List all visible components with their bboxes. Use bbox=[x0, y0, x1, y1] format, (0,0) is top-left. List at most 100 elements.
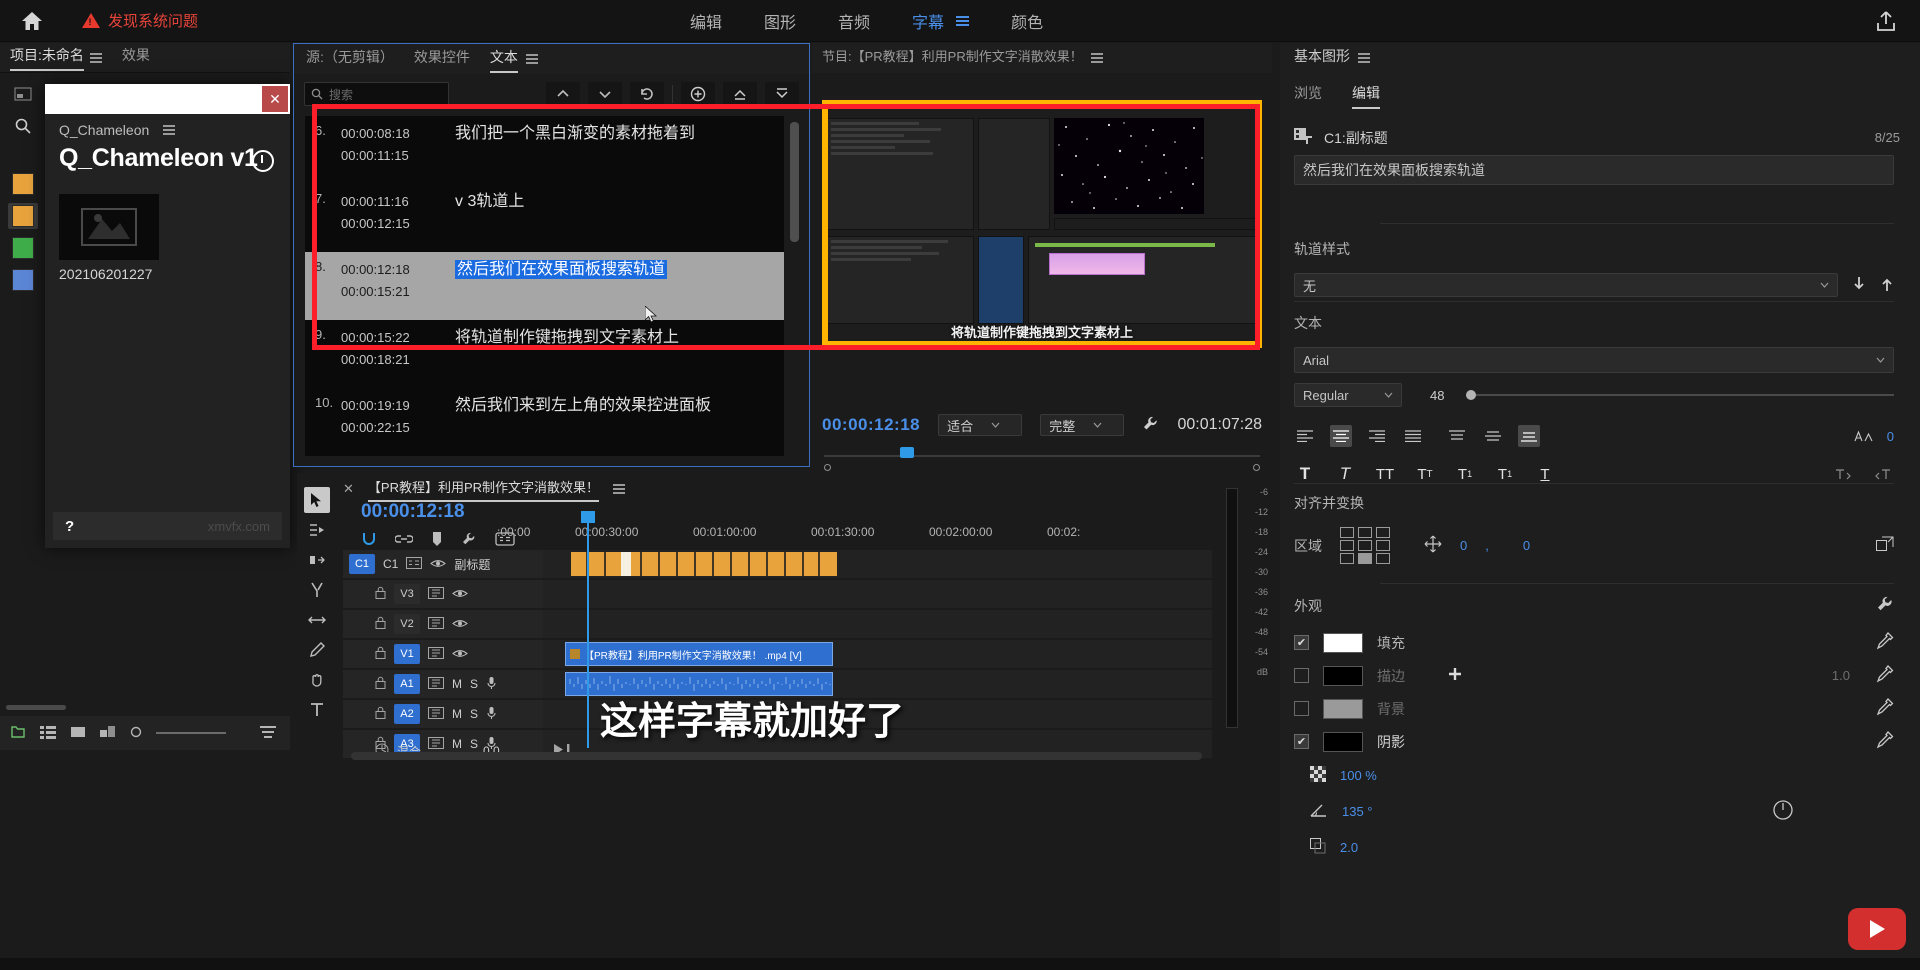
underline-icon[interactable]: T bbox=[1534, 463, 1556, 485]
program-monitor-ruler[interactable] bbox=[824, 447, 1260, 471]
project-search-icon[interactable] bbox=[8, 113, 38, 139]
tab-project[interactable]: 项目:未命名 bbox=[10, 45, 84, 71]
caret-up-icon[interactable] bbox=[546, 82, 580, 106]
refresh-icon[interactable] bbox=[630, 82, 664, 106]
out-point-handle[interactable] bbox=[1253, 464, 1260, 471]
graphics-layer-name[interactable]: C1:副标题 bbox=[1324, 128, 1388, 148]
track-badge-v2[interactable]: V2 bbox=[394, 614, 420, 634]
snap-icon[interactable] bbox=[361, 531, 377, 550]
track-badge-c1[interactable]: C1 bbox=[349, 554, 375, 574]
align-region-grid[interactable] bbox=[1340, 527, 1392, 564]
align-center-icon[interactable] bbox=[1330, 425, 1352, 447]
workspace-tab-graphics[interactable]: 图形 bbox=[764, 9, 796, 33]
project-panel-menu-icon[interactable] bbox=[89, 52, 102, 63]
program-timecode[interactable]: 00:00:12:18 bbox=[822, 415, 920, 435]
caption-text-input[interactable]: 然后我们在效果面板搜索轨道 bbox=[1294, 155, 1894, 185]
text-panel-menu-icon[interactable] bbox=[525, 54, 538, 64]
graphics-layer-row[interactable]: C1:副标题 8/25 bbox=[1294, 127, 1900, 148]
eyedropper-icon[interactable] bbox=[1876, 665, 1894, 686]
background-checkbox[interactable]: ✔ bbox=[1294, 701, 1309, 716]
playback-quality-select[interactable]: 完整 bbox=[1040, 414, 1125, 436]
faux-italic-icon[interactable]: T bbox=[1334, 463, 1356, 485]
track-lane-v3[interactable] bbox=[543, 580, 1212, 608]
track-header[interactable]: V3 bbox=[343, 580, 543, 608]
timeline-menu-icon[interactable] bbox=[613, 484, 626, 494]
sync-lock-icon[interactable] bbox=[428, 676, 444, 692]
timeline-timecode[interactable]: 00:00:12:18 bbox=[361, 501, 465, 523]
align-bottom-icon[interactable] bbox=[1518, 425, 1540, 447]
solo-button-a2[interactable]: S bbox=[470, 707, 478, 721]
align-cell-tc[interactable] bbox=[1358, 527, 1372, 538]
new-bin-icon[interactable] bbox=[10, 724, 26, 743]
caption-row-6[interactable]: 6. 00:00:08:18 00:00:11:15 我们把一个黑白渐变的素材拖… bbox=[305, 116, 784, 184]
caption-text[interactable]: v 3轨道上 bbox=[441, 191, 784, 245]
eyedropper-icon[interactable] bbox=[1876, 632, 1894, 653]
timeline-ruler[interactable]: :00:00 00:00:30:00 00:01:00:00 00:01:30:… bbox=[497, 525, 1182, 545]
track-header[interactable]: A1 M S bbox=[343, 670, 543, 698]
track-badge-a1[interactable]: A1 bbox=[394, 674, 420, 694]
search-input[interactable]: 搜索 bbox=[304, 82, 449, 106]
track-lane-c1[interactable] bbox=[543, 550, 1212, 578]
linked-selection-icon[interactable] bbox=[394, 532, 414, 549]
program-monitor-screen[interactable]: 将轨道制作键拖拽到文字素材上 bbox=[822, 96, 1262, 349]
wrench-icon[interactable] bbox=[1876, 595, 1894, 616]
align-cell-br[interactable] bbox=[1376, 553, 1390, 564]
sync-lock-icon[interactable] bbox=[428, 586, 444, 602]
bin-swatch-1[interactable] bbox=[8, 171, 38, 197]
position-x-value[interactable]: 0 bbox=[1460, 538, 1467, 553]
icon-view-icon[interactable] bbox=[70, 725, 86, 742]
position-y-value[interactable]: 0 bbox=[1523, 538, 1530, 553]
caption-row-7[interactable]: 7. 00:00:11:16 00:00:12:15 v 3轨道上 bbox=[305, 184, 784, 252]
home-icon[interactable] bbox=[18, 7, 46, 35]
caption-text[interactable]: 我们把一个黑白渐变的素材拖着到 bbox=[441, 123, 784, 177]
caption-row-10[interactable]: 10. 00:00:19:19 00:00:22:15 然后我们来到左上角的效果… bbox=[305, 388, 784, 456]
shadow-checkbox[interactable]: ✔ bbox=[1294, 734, 1309, 749]
track-row-v2[interactable]: V2 bbox=[343, 609, 1212, 639]
shadow-angle-dial[interactable] bbox=[1772, 799, 1794, 824]
font-family-select[interactable]: Arial bbox=[1294, 347, 1894, 373]
caption-text[interactable]: 然后我们在效果面板搜索轨道 bbox=[441, 259, 784, 313]
add-caption-icon[interactable] bbox=[681, 82, 715, 106]
eye-icon[interactable] bbox=[452, 617, 468, 632]
text-direction-ltr-icon[interactable] bbox=[1832, 463, 1854, 485]
workspace-tab-color[interactable]: 颜色 bbox=[1011, 9, 1043, 33]
type-tool[interactable] bbox=[304, 697, 330, 723]
track-header[interactable]: V1 bbox=[343, 640, 543, 668]
lock-icon[interactable] bbox=[375, 706, 386, 722]
mute-button-a1[interactable]: M bbox=[452, 677, 462, 691]
share-icon[interactable] bbox=[1874, 9, 1898, 36]
track-row-v1[interactable]: V1 【PR教程】利用PR制作文字消散效果！ .mp4 [V] bbox=[343, 639, 1212, 669]
track-row-c1[interactable]: C1 C1 副标题 bbox=[343, 549, 1212, 579]
hand-tool[interactable] bbox=[304, 667, 330, 693]
freeform-view-icon[interactable] bbox=[100, 725, 116, 742]
sync-lock-icon[interactable] bbox=[428, 616, 444, 632]
track-select-tool[interactable] bbox=[304, 517, 330, 543]
overlay-menu-icon[interactable] bbox=[163, 125, 176, 135]
align-cell-ml[interactable] bbox=[1340, 540, 1354, 551]
lock-icon[interactable] bbox=[375, 646, 386, 662]
caption-row-9[interactable]: 9. 00:00:15:22 00:00:18:21 将轨道制作键拖拽到文字素材… bbox=[305, 320, 784, 388]
track-lane-v2[interactable] bbox=[543, 610, 1212, 638]
small-caps-icon[interactable]: TT bbox=[1414, 463, 1436, 485]
background-color-swatch[interactable] bbox=[1323, 698, 1363, 719]
caption-track-icon[interactable] bbox=[406, 556, 423, 572]
caption-text[interactable]: 然后我们来到左上角的效果控进面板 bbox=[441, 395, 784, 449]
eye-icon[interactable] bbox=[452, 587, 468, 602]
track-header[interactable]: C1 C1 副标题 bbox=[343, 550, 543, 578]
fill-color-swatch[interactable] bbox=[1323, 632, 1363, 653]
eyedropper-icon[interactable] bbox=[1876, 731, 1894, 752]
track-badge-a2[interactable]: A2 bbox=[394, 704, 420, 724]
text-direction-rtl-icon[interactable] bbox=[1872, 463, 1894, 485]
caret-down-icon[interactable] bbox=[588, 82, 622, 106]
marker-icon[interactable] bbox=[431, 531, 443, 550]
track-row-v3[interactable]: V3 bbox=[343, 579, 1212, 609]
tab-browse[interactable]: 浏览 bbox=[1294, 83, 1322, 108]
push-style-down-icon[interactable] bbox=[1852, 276, 1866, 295]
track-header[interactable]: V2 bbox=[343, 610, 543, 638]
timeline-horizontal-scrollbar[interactable] bbox=[351, 752, 1202, 760]
video-clip-v1[interactable]: 【PR教程】利用PR制作文字消散效果！ .mp4 [V] bbox=[565, 642, 833, 666]
caption-list-scrollbar[interactable] bbox=[790, 122, 799, 242]
track-header[interactable]: A2 M S bbox=[343, 700, 543, 728]
selection-tool[interactable] bbox=[304, 487, 330, 513]
project-horizontal-scrollbar[interactable] bbox=[6, 705, 66, 710]
